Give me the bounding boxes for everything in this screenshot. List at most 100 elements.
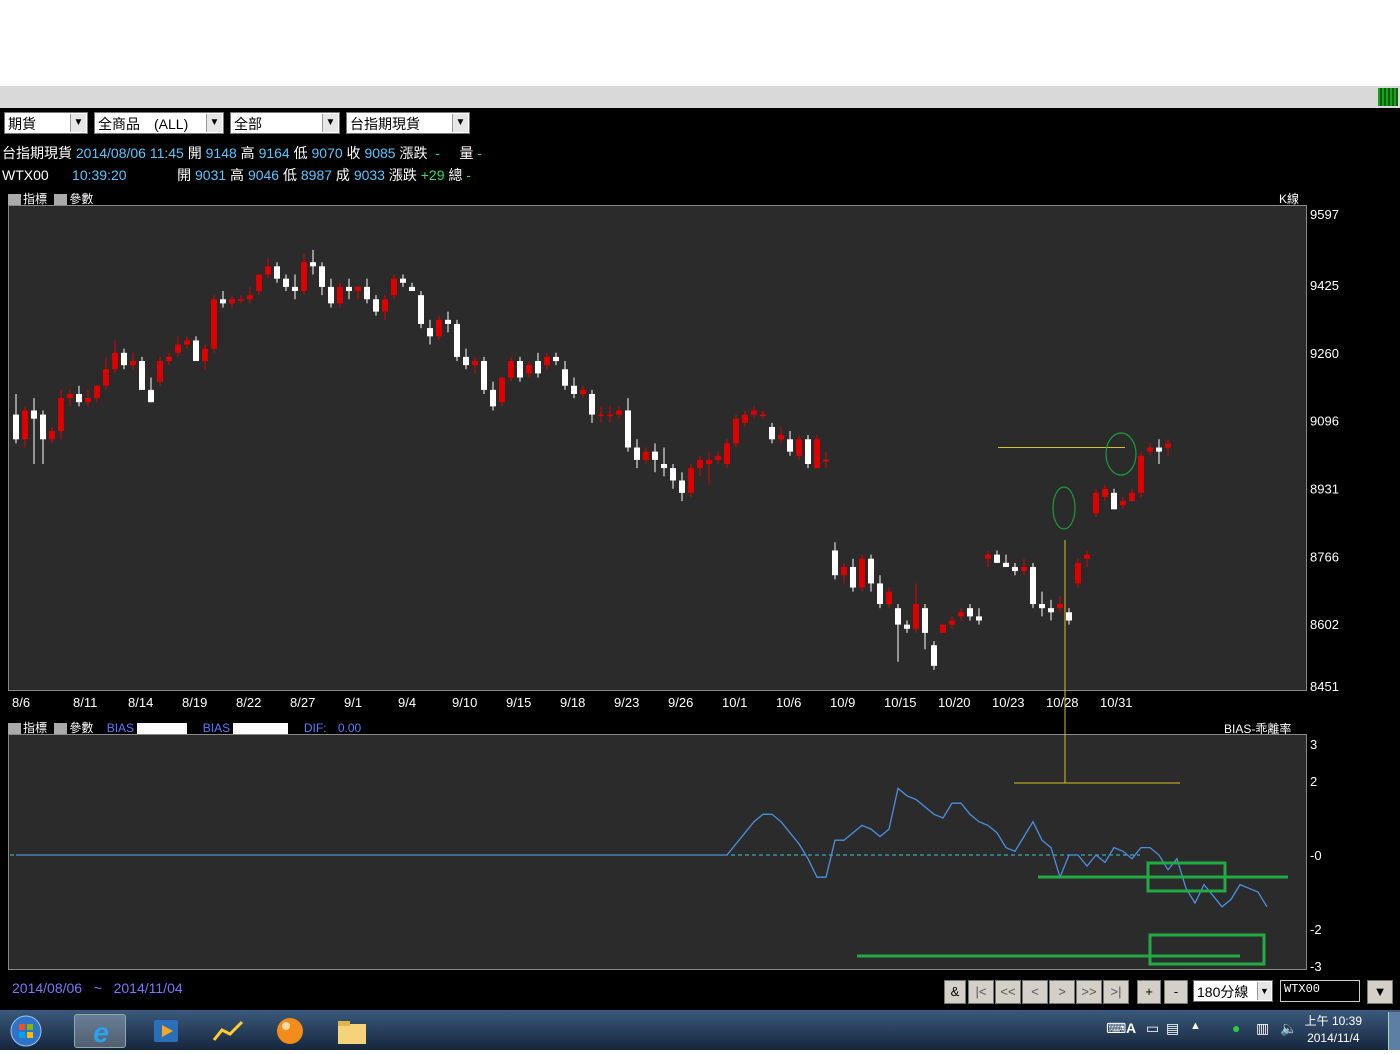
- candle-body: [859, 558, 865, 588]
- candle-body: [1129, 492, 1135, 502]
- date-end: 2014/11/04: [113, 980, 183, 996]
- chevron-down-icon[interactable]: ▼: [1257, 982, 1271, 1000]
- show-hidden-icons[interactable]: ▲: [1190, 1020, 1201, 1032]
- candle-body: [346, 286, 352, 292]
- ie-taskbar-button[interactable]: e: [74, 1014, 126, 1048]
- date-axis-tick: 10/31: [1100, 695, 1133, 710]
- symbol-input[interactable]: WTX00: [1280, 980, 1360, 1002]
- network-icon[interactable]: ▥: [1256, 1020, 1269, 1037]
- price-axis-tick: 9597: [1310, 207, 1339, 222]
- candle-body: [76, 393, 82, 403]
- period-select[interactable]: 180分線 ▼: [1193, 980, 1273, 1002]
- candle-body: [445, 319, 451, 324]
- date-axis-tick: 9/1: [344, 695, 362, 710]
- candle-body: [427, 328, 433, 337]
- media-player-taskbar-button[interactable]: [140, 1014, 192, 1048]
- date-axis-tick: 10/9: [830, 695, 855, 710]
- candle-body: [913, 604, 919, 629]
- messenger-taskbar-button[interactable]: [264, 1014, 316, 1048]
- start-button[interactable]: [2, 1014, 48, 1048]
- date-axis-tick: 8/22: [236, 695, 261, 710]
- nav-button[interactable]: +: [1137, 980, 1161, 1004]
- candle-body: [184, 340, 190, 345]
- input-mode-icon[interactable]: A: [1126, 1020, 1136, 1036]
- date-sep: ~: [93, 980, 102, 996]
- candle-body: [130, 361, 136, 366]
- nav-button[interactable]: |<: [968, 980, 994, 1004]
- candle-body: [1066, 612, 1072, 621]
- keyboard-icon[interactable]: ▤: [1166, 1020, 1179, 1037]
- candle-body: [1030, 566, 1036, 605]
- nav-button[interactable]: <: [1022, 980, 1048, 1004]
- clock-date: 2014/11/4: [1307, 1031, 1360, 1045]
- nav-button[interactable]: -: [1164, 980, 1188, 1004]
- candle-body: [1003, 562, 1009, 567]
- candle-body: [139, 361, 145, 390]
- candle-body: [463, 356, 469, 366]
- price-axis-tick: 8931: [1310, 481, 1339, 496]
- candle-body: [940, 624, 946, 633]
- chart-app-icon: [212, 1020, 244, 1041]
- bias-axis-tick: -0: [1310, 848, 1322, 863]
- candle-body: [850, 566, 856, 588]
- candle-body: [517, 361, 523, 378]
- date-axis-tick: 9/4: [398, 695, 416, 710]
- candle-body: [697, 459, 703, 469]
- candle-body: [553, 356, 559, 362]
- candle-body: [292, 286, 298, 292]
- candle-body: [508, 361, 514, 378]
- candle-body: [202, 348, 208, 362]
- candle-body: [724, 443, 730, 465]
- candle-body: [1147, 447, 1153, 452]
- date-range: 2014/08/06 ~ 2014/11/04: [12, 980, 183, 996]
- candle-body: [148, 389, 154, 403]
- explorer-taskbar-button[interactable]: [326, 1014, 378, 1048]
- candle-body: [625, 410, 631, 448]
- candle-body: [706, 459, 712, 465]
- candle-body: [877, 583, 883, 605]
- date-axis-tick: 9/18: [560, 695, 585, 710]
- ime-icon[interactable]: ⌨: [1106, 1020, 1126, 1037]
- chevron-down-icon: ▼: [1373, 984, 1387, 999]
- candle-body: [454, 323, 460, 357]
- date-axis-tick: 10/20: [938, 695, 971, 710]
- candle-body: [265, 266, 271, 275]
- nav-button[interactable]: <<: [995, 980, 1021, 1004]
- nav-button[interactable]: &: [944, 980, 966, 1004]
- candle-body: [319, 266, 325, 287]
- candle-body: [409, 286, 415, 292]
- candle-body: [1057, 604, 1063, 609]
- show-desktop-button[interactable]: [1388, 1012, 1400, 1050]
- candle-body: [310, 262, 316, 267]
- nav-button[interactable]: >>: [1076, 980, 1102, 1004]
- candle-body: [472, 361, 478, 366]
- candle-body: [616, 410, 622, 415]
- candle-body: [679, 480, 685, 493]
- candle-body: [652, 451, 658, 460]
- line-icon[interactable]: ●: [1232, 1020, 1240, 1036]
- candle-body: [562, 369, 568, 386]
- candle-body: [1120, 501, 1126, 506]
- date-axis-tick: 10/6: [776, 695, 801, 710]
- date-axis-tick: 9/23: [614, 695, 639, 710]
- trading-app-taskbar-button[interactable]: [202, 1014, 254, 1048]
- candle-body: [787, 439, 793, 452]
- volume-icon[interactable]: 🔈: [1280, 1020, 1297, 1037]
- candle-body: [256, 274, 262, 292]
- date-axis-tick: 9/10: [452, 695, 477, 710]
- taskbar-clock[interactable]: 上午 10:39 2014/11/4: [1305, 1013, 1362, 1047]
- candle-body: [742, 414, 748, 423]
- dropdown-button[interactable]: ▼: [1367, 980, 1393, 1004]
- candle-body: [301, 262, 307, 292]
- nav-button[interactable]: >: [1049, 980, 1075, 1004]
- bias-axis-tick: 3: [1310, 737, 1317, 752]
- layout-icon[interactable]: ▭: [1146, 1020, 1159, 1037]
- candle-body: [958, 612, 964, 617]
- candle-body: [1012, 566, 1018, 572]
- candle-body: [769, 426, 775, 440]
- bias-axis-tick: -2: [1310, 922, 1322, 937]
- candle-body: [229, 299, 235, 304]
- candle-body: [895, 608, 901, 625]
- nav-button[interactable]: >|: [1103, 980, 1129, 1004]
- candle-body: [661, 464, 667, 469]
